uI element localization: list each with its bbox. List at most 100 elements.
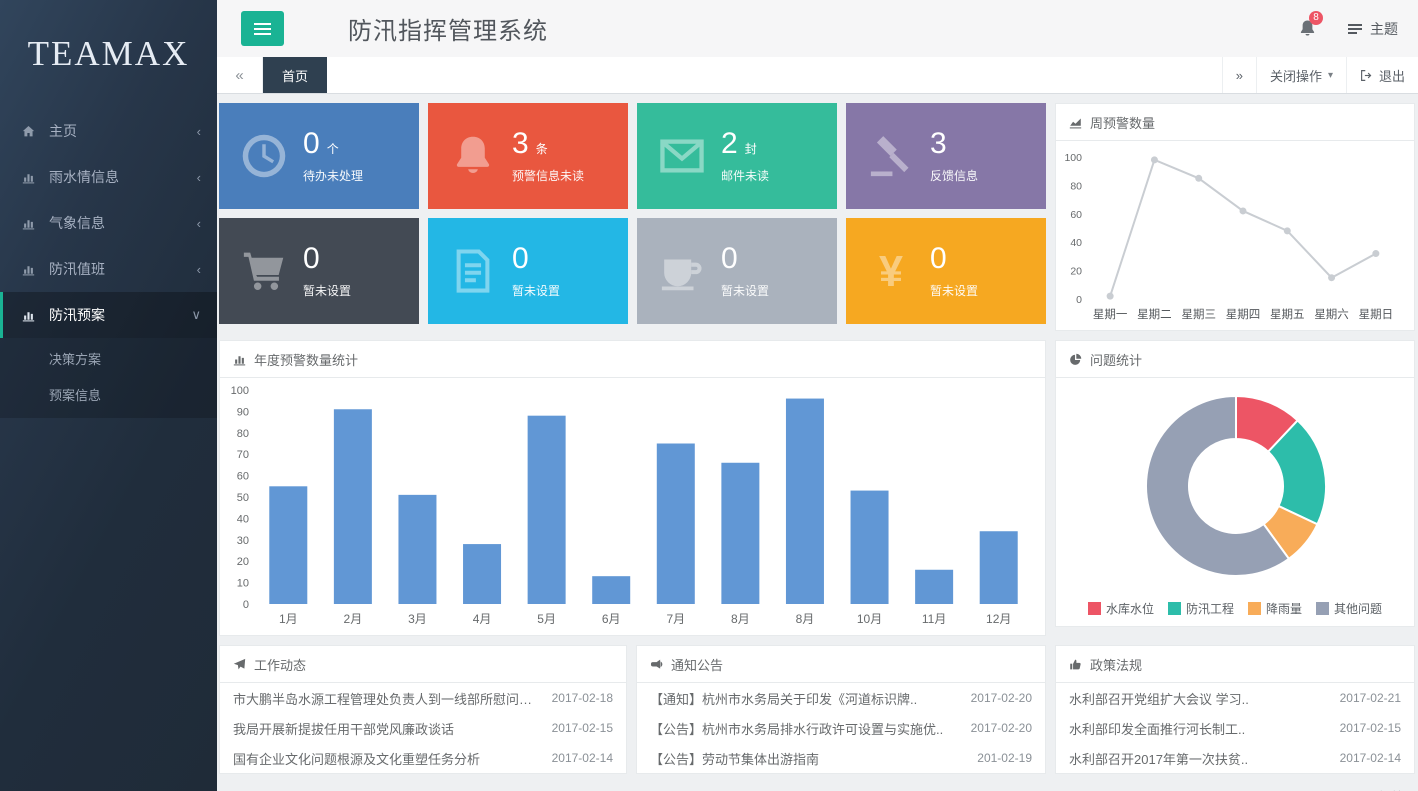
menu-toggle-button[interactable] <box>241 11 284 46</box>
sidebar-item-rain-info[interactable]: 雨水情信息‹ <box>0 154 217 200</box>
sidebar-item-flood-plan[interactable]: 防汛预案∨ <box>0 292 217 338</box>
tab-home[interactable]: 首页 <box>263 57 327 93</box>
close-operations-button[interactable]: 关闭操作 ▾ <box>1256 57 1346 93</box>
stat-tile-7[interactable]: ¥0暂未设置 <box>846 218 1046 324</box>
notifications-button[interactable]: 8 <box>1298 19 1317 38</box>
tabs-scroll-right-button[interactable]: » <box>1222 57 1256 93</box>
issues-donut-chart <box>1058 380 1414 592</box>
news-title: 【公告】劳动节集体出游指南 <box>650 749 819 768</box>
tile-value: 3 <box>930 128 978 160</box>
svg-text:1月: 1月 <box>279 612 298 626</box>
chevron-left-icon: ‹ <box>197 124 201 139</box>
news-title: 水利部印发全面推行河长制工.. <box>1069 719 1245 738</box>
tile-label: 暂未设置 <box>303 282 351 299</box>
panel-year-chart: 年度预警数量统计 01020304050607080901001月2月3月4月5… <box>219 340 1046 636</box>
svg-text:100: 100 <box>1064 152 1082 164</box>
tile-label: 邮件未读 <box>721 167 769 184</box>
paper-plane-icon <box>233 658 246 671</box>
close-operations-label: 关闭操作 <box>1270 66 1322 85</box>
panel-title: 工作动态 <box>254 655 306 674</box>
news-item[interactable]: 我局开展新提拔任用干部党风廉政谈话2017-02-15 <box>220 713 626 743</box>
news-title: 国有企业文化问题根源及文化重塑任务分析 <box>233 749 480 768</box>
sidebar-item-label: 气象信息 <box>49 213 105 233</box>
news-item[interactable]: 水利部召开党组扩大会议 学习..2017-02-21 <box>1056 683 1414 713</box>
chevron-left-icon: ‹ <box>197 262 201 277</box>
file-icon <box>444 248 502 294</box>
stat-tile-1[interactable]: 3条预警信息未读 <box>428 103 628 209</box>
data-point <box>1195 175 1202 182</box>
clock-icon <box>235 133 293 179</box>
tile-label: 反馈信息 <box>930 167 978 184</box>
news-item[interactable]: 国有企业文化问题根源及文化重塑任务分析2017-02-14 <box>220 743 626 773</box>
notification-badge: 8 <box>1309 11 1323 25</box>
panel-notice: 通知公告 【通知】杭州市水务局关于印发《河道标识牌..2017-02-20【公告… <box>636 645 1046 774</box>
svg-text:60: 60 <box>237 471 249 483</box>
svg-text:40: 40 <box>1070 237 1082 249</box>
sidebar-item-flood-duty[interactable]: 防汛值班‹ <box>0 246 217 292</box>
stat-tile-2[interactable]: 2封邮件未读 <box>637 103 837 209</box>
svg-text:10月: 10月 <box>857 612 882 626</box>
legend-swatch <box>1248 602 1261 615</box>
tabs-scroll-left-button[interactable]: « <box>217 57 263 93</box>
notice-list: 【通知】杭州市水务局关于印发《河道标识牌..2017-02-20【公告】杭州市水… <box>637 683 1045 773</box>
svg-text:4月: 4月 <box>473 612 492 626</box>
svg-text:6月: 6月 <box>602 612 621 626</box>
week-line-chart: 020406080100星期一星期二星期三星期四星期五星期六星期日 <box>1058 143 1412 325</box>
sidebar-item-label: 雨水情信息 <box>49 167 119 187</box>
line-series <box>1110 160 1376 296</box>
tile-value: 0个 <box>303 128 363 160</box>
svg-text:星期六: 星期六 <box>1314 308 1349 321</box>
caret-down-icon: ▾ <box>1328 70 1333 81</box>
news-item[interactable]: 水利部印发全面推行河长制工..2017-02-15 <box>1056 713 1414 743</box>
news-item[interactable]: 【公告】劳动节集体出游指南201-02-19 <box>637 743 1045 773</box>
sidebar-subitem-plan-info[interactable]: 预案信息 <box>0 376 217 412</box>
svg-text:11月: 11月 <box>922 612 946 626</box>
stat-tile-3[interactable]: 3 反馈信息 <box>846 103 1046 209</box>
panel-title: 年度预警数量统计 <box>254 350 358 369</box>
bar <box>463 544 501 604</box>
tile-label: 预警信息未读 <box>512 167 584 184</box>
stat-tile-5[interactable]: 0暂未设置 <box>428 218 628 324</box>
bar-chart-icon <box>22 309 38 322</box>
bar-chart-icon <box>22 263 38 276</box>
news-item[interactable]: 【公告】杭州市水务局排水行政许可设置与实施优..2017-02-20 <box>637 713 1045 743</box>
data-point <box>1372 250 1379 257</box>
policy-list: 水利部召开党组扩大会议 学习..2017-02-21水利部印发全面推行河长制工.… <box>1056 683 1414 773</box>
svg-text:2月: 2月 <box>344 612 363 626</box>
stat-tile-6[interactable]: 0暂未设置 <box>637 218 837 324</box>
stat-tile-0[interactable]: 0个待办未处理 <box>219 103 419 209</box>
svg-text:90: 90 <box>237 406 249 418</box>
bar-chart-icon <box>22 171 38 184</box>
tile-value: 0 <box>512 243 560 275</box>
bar <box>398 495 436 604</box>
news-item[interactable]: 【通知】杭州市水务局关于印发《河道标识牌..2017-02-20 <box>637 683 1045 713</box>
sidebar-subitem-decision-plan[interactable]: 决策方案 <box>0 340 217 376</box>
tile-value: 2封 <box>721 128 769 160</box>
cart-icon <box>235 248 293 294</box>
stat-tile-4[interactable]: 0暂未设置 <box>219 218 419 324</box>
sidebar-item-weather-info[interactable]: 气象信息‹ <box>0 200 217 246</box>
legend-swatch <box>1168 602 1181 615</box>
svg-text:20: 20 <box>1070 266 1082 278</box>
logout-button[interactable]: 退出 <box>1346 57 1418 93</box>
svg-text:60: 60 <box>1070 209 1082 221</box>
panel-header: 年度预警数量统计 <box>220 341 1045 378</box>
news-title: 市大鹏半岛水源工程管理处负责人到一线部所慰问新春 <box>233 689 542 708</box>
svg-text:星期二: 星期二 <box>1137 308 1172 321</box>
theme-button[interactable]: 主题 <box>1347 19 1398 39</box>
app-root: TEAMAX 主页‹雨水情信息‹气象信息‹防汛值班‹防汛预案∨决策方案预案信息 … <box>0 0 1418 791</box>
bar-chart-icon <box>22 217 38 230</box>
sidebar-item-home[interactable]: 主页‹ <box>0 108 217 154</box>
news-item[interactable]: 市大鹏半岛水源工程管理处负责人到一线部所慰问新春2017-02-18 <box>220 683 626 713</box>
bar <box>334 409 372 604</box>
panel-header: 问题统计 <box>1056 341 1414 378</box>
tile-label: 暂未设置 <box>930 282 978 299</box>
yen-icon: ¥ <box>862 248 920 294</box>
svg-text:40: 40 <box>237 513 249 525</box>
news-item[interactable]: 水利部召开2017年第一次扶贫..2017-02-14 <box>1056 743 1414 773</box>
bar <box>269 486 307 604</box>
svg-text:星期三: 星期三 <box>1181 308 1216 321</box>
bar <box>721 463 759 604</box>
topbar-actions: 8 主题 <box>1298 19 1398 39</box>
bar <box>851 491 889 604</box>
